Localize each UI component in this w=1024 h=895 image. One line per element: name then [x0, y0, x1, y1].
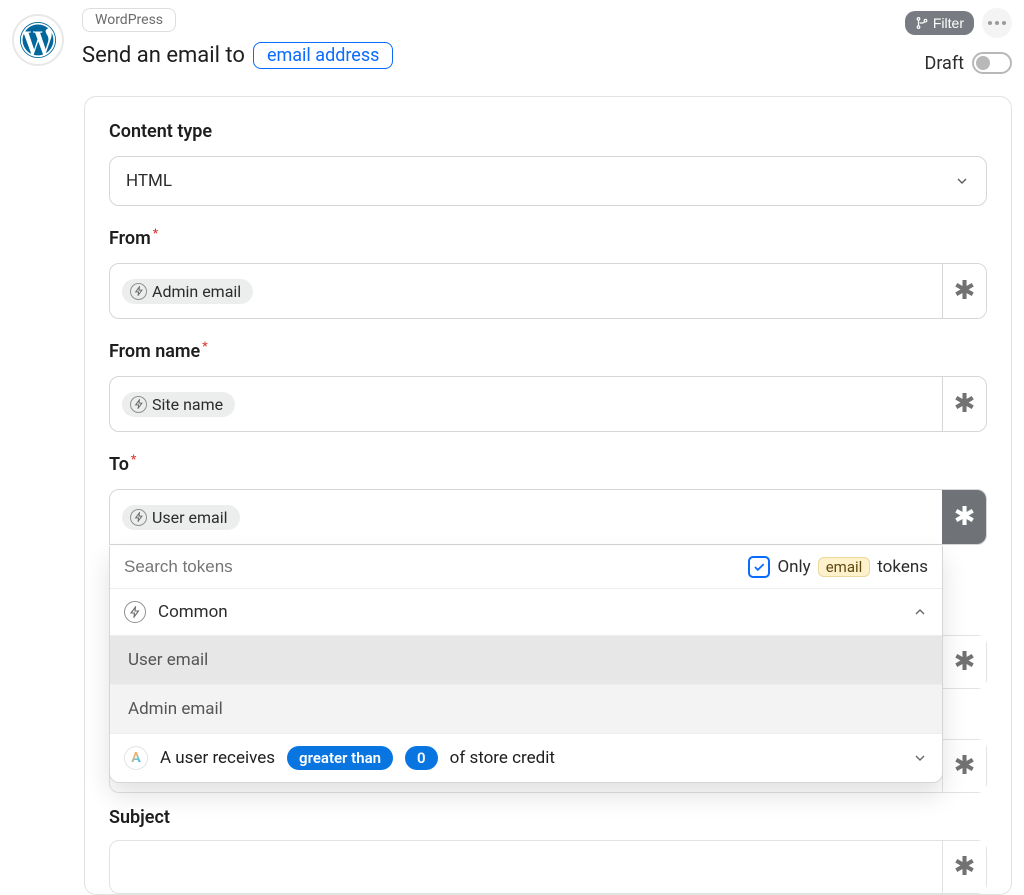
subject-label: Subject	[85, 807, 1011, 832]
to-input[interactable]: User email ✱	[109, 489, 987, 545]
draft-status-label: Draft	[925, 53, 965, 74]
checkbox-icon	[748, 556, 770, 578]
content-type-label: Content type	[109, 121, 987, 142]
action-config-panel: Content type HTML From * Admin email ✱ F…	[84, 96, 1012, 895]
insert-token-button-from[interactable]: ✱	[942, 264, 986, 318]
content-type-select[interactable]: HTML	[109, 156, 987, 206]
action-title: Send an email to email address	[82, 42, 905, 69]
bolt-icon	[124, 601, 146, 623]
token-group-common[interactable]: Common	[110, 589, 942, 636]
insert-token-button-to[interactable]: ✱	[942, 490, 986, 544]
from-name-token-chip[interactable]: Site name	[122, 392, 235, 417]
from-name-input[interactable]: Site name ✱	[109, 376, 987, 432]
integration-tag[interactable]: WordPress	[82, 8, 176, 32]
search-tokens-input[interactable]	[124, 557, 738, 577]
bolt-icon	[130, 283, 147, 300]
from-name-label: From name *	[109, 341, 987, 362]
insert-token-button-bcc[interactable]: ✱	[942, 740, 986, 792]
to-label: To *	[109, 454, 987, 475]
insert-token-button-subject[interactable]: ✱	[942, 841, 986, 893]
only-email-filter[interactable]: Only email tokens	[748, 556, 928, 578]
token-group-trigger[interactable]: A A user receives greater than 0 of stor…	[110, 734, 942, 782]
check-icon	[752, 560, 766, 574]
token-dropdown: Only email tokens Common User email Admi…	[109, 546, 943, 783]
insert-token-button-from-name[interactable]: ✱	[942, 377, 986, 431]
filter-button[interactable]: Filter	[905, 11, 974, 35]
to-token-chip[interactable]: User email	[122, 505, 240, 530]
subject-input[interactable]: ✱	[109, 840, 987, 894]
comparator-pill: greater than	[287, 746, 393, 770]
from-input[interactable]: Admin email ✱	[109, 263, 987, 319]
amount-pill: 0	[405, 746, 438, 770]
chevron-down-icon	[954, 173, 970, 189]
chevron-up-icon	[912, 604, 928, 620]
more-menu-button[interactable]	[982, 8, 1012, 38]
token-option-user-email[interactable]: User email	[110, 636, 942, 685]
from-label: From *	[109, 228, 987, 249]
token-option-admin-email[interactable]: Admin email	[110, 685, 942, 734]
chevron-down-icon	[912, 750, 928, 766]
email-filter-chip: email	[818, 557, 871, 577]
bolt-icon	[130, 509, 147, 526]
bolt-icon	[130, 396, 147, 413]
title-placeholder-chip[interactable]: email address	[253, 42, 394, 69]
insert-token-button-cc[interactable]: ✱	[942, 636, 986, 688]
from-token-chip[interactable]: Admin email	[122, 279, 253, 304]
automator-icon: A	[124, 746, 148, 770]
draft-toggle[interactable]	[972, 52, 1012, 74]
branch-icon	[915, 16, 929, 30]
wordpress-logo	[12, 14, 64, 66]
